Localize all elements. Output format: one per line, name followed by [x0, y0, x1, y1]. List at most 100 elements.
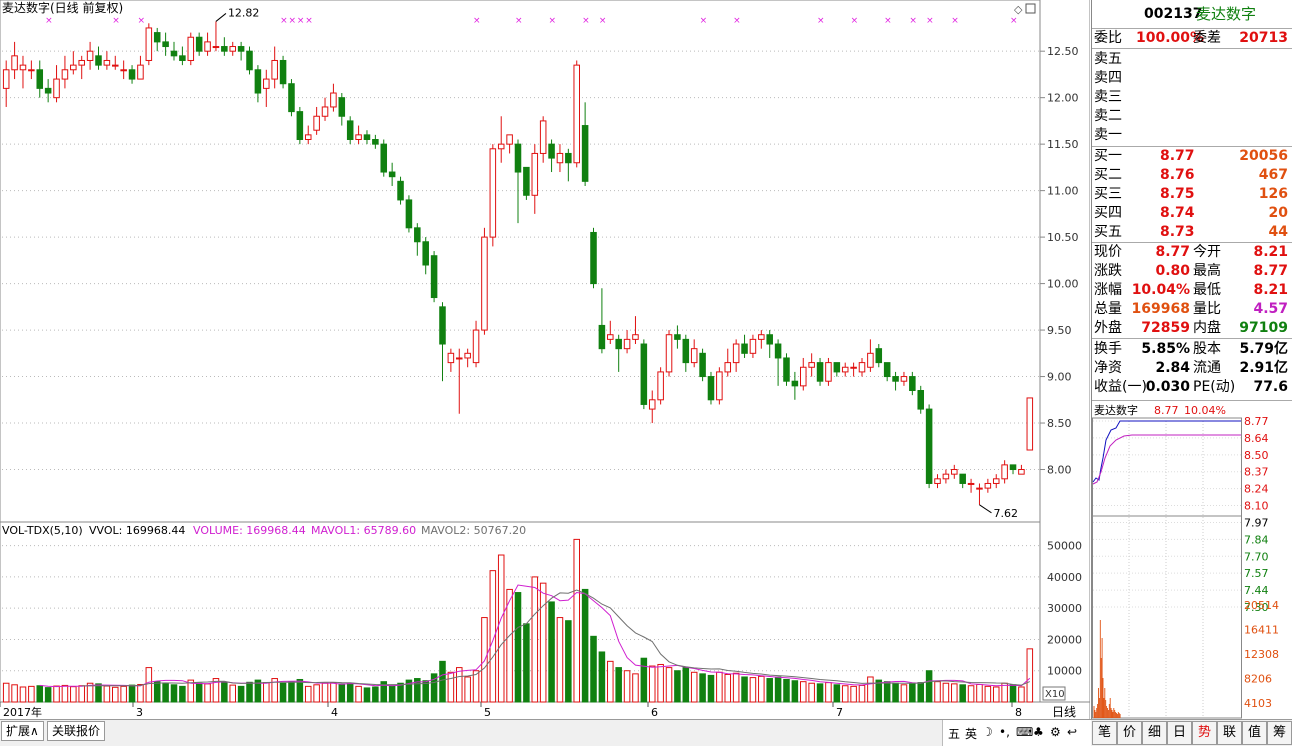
candle — [951, 464, 958, 479]
x-tick-label: 5 — [484, 706, 491, 719]
volume-bar — [53, 685, 60, 703]
tray-icon[interactable]: ⚙ — [1050, 725, 1061, 739]
volume-bar — [111, 686, 119, 703]
candle-body — [867, 352, 874, 368]
volume-bar — [321, 682, 329, 703]
candle — [430, 251, 438, 303]
tab-8[interactable]: 筹 — [1267, 721, 1292, 745]
tab-expand[interactable]: 扩展∧ — [1, 721, 44, 741]
candle — [187, 32, 195, 66]
candle-body — [741, 343, 748, 354]
volume-bar — [514, 592, 522, 703]
volume-bar — [145, 667, 153, 703]
buy-volume: 44 — [1268, 224, 1288, 240]
candle-body — [162, 41, 169, 48]
tray-icon[interactable]: 英 — [965, 725, 977, 742]
volume-bar — [531, 576, 539, 703]
candle — [674, 325, 681, 349]
tab-5[interactable]: 势 — [1192, 721, 1217, 745]
candle — [992, 474, 1000, 489]
trade-marker: × — [700, 16, 708, 26]
candle-body — [271, 59, 278, 80]
buy-label: 买四 — [1094, 205, 1122, 221]
tray-icon[interactable]: ♣ — [1033, 725, 1044, 739]
kline-svg[interactable]: 12.50 12.00 11.50 11.00 10.50 10.00 9.50 9.00 8.… — [0, 0, 1090, 720]
candle-body — [405, 199, 413, 229]
candle — [565, 148, 572, 182]
candle — [363, 130, 371, 145]
volume-bar — [363, 687, 371, 703]
intraday-mini-chart[interactable]: 麦达数字 8.77 10.04% 8.77 8.64 8.50 8.37 8.24 8.10 7.… — [1092, 400, 1292, 720]
x-tick-label: 6 — [651, 706, 658, 719]
fund-row: 换手 5.85% 股本 5.79亿 — [1092, 340, 1292, 359]
vol-header-mavol1: MAVOL1: 65789.60 — [311, 524, 416, 537]
volume-bar — [279, 682, 287, 703]
candle-body — [229, 46, 237, 52]
tab-1[interactable]: 笔 — [1092, 721, 1117, 745]
stat-value: 8.77 — [1155, 244, 1190, 260]
tab-4[interactable]: 日 — [1167, 721, 1192, 745]
fund-value: 2.91亿 — [1239, 360, 1288, 376]
tab-3[interactable]: 细 — [1142, 721, 1167, 745]
candle-body — [732, 343, 740, 364]
candle — [808, 353, 815, 377]
volume-bar — [44, 687, 52, 703]
candle-body — [422, 241, 429, 266]
volume-bar — [724, 673, 732, 703]
candle — [925, 404, 933, 489]
y-tick-label: 10.50 — [1047, 231, 1079, 244]
candle — [716, 367, 723, 405]
candle — [774, 339, 782, 386]
volume-bar — [657, 663, 664, 703]
candle — [791, 371, 799, 400]
tab-7[interactable]: 值 — [1242, 721, 1267, 745]
candle — [103, 51, 111, 70]
candle-body — [195, 36, 203, 52]
tray-icon[interactable]: •, — [999, 725, 1010, 739]
tray-icon[interactable]: ↩ — [1067, 725, 1077, 739]
sell-label: 卖二 — [1094, 108, 1122, 124]
volume-bar — [917, 682, 925, 703]
tray-icon[interactable]: ⌨ — [1016, 725, 1033, 739]
tray-icon[interactable]: ☽ — [982, 725, 993, 739]
trade-marker: × — [549, 16, 557, 26]
y-tick-label: 11.50 — [1047, 138, 1079, 151]
tab-6[interactable]: 联 — [1217, 721, 1242, 745]
mini-price-tick: 7.70 — [1244, 550, 1269, 563]
tab-related-quotes[interactable]: 关联报价 — [47, 721, 106, 741]
maximize-icon — [1025, 3, 1036, 14]
candle-body — [841, 366, 849, 373]
candle — [598, 288, 606, 354]
candle — [472, 320, 480, 368]
buy-row: 买二 8.76 467 — [1092, 166, 1292, 185]
stat-label: 现价 — [1094, 244, 1122, 260]
candle-body — [598, 324, 606, 350]
x-tick-label: 2017年 — [3, 705, 42, 719]
candle-body — [833, 362, 841, 373]
tray-icon[interactable]: 五 — [948, 725, 960, 742]
mini-vol-tick: 4103 — [1244, 697, 1272, 710]
volume-bar — [867, 676, 874, 703]
candle-body — [682, 338, 690, 364]
tab-2[interactable]: 价 — [1117, 721, 1142, 745]
candle — [850, 362, 857, 377]
candle — [699, 348, 706, 382]
sell-row: 卖四 — [1092, 69, 1292, 88]
volume-bar — [942, 682, 950, 703]
candle — [388, 162, 396, 186]
chart-title: 麦达数字(日线 前复权) — [2, 0, 123, 15]
y-tick-label: 9.50 — [1047, 324, 1072, 337]
candle — [11, 41, 18, 80]
volume-bar — [909, 683, 916, 703]
candle — [2, 60, 10, 107]
kline-chart[interactable]: 12.50 12.00 11.50 11.00 10.50 10.00 9.50 9.00 8.… — [0, 0, 1090, 720]
volume-bar — [78, 685, 85, 703]
candle-body — [808, 362, 815, 368]
mini-price-tick: 8.77 — [1244, 415, 1269, 428]
volume-bar — [36, 685, 44, 703]
candle — [153, 27, 161, 52]
candle-body — [137, 64, 144, 80]
candle-body — [514, 143, 522, 173]
candle-body — [783, 357, 790, 382]
candle-body — [766, 334, 773, 345]
